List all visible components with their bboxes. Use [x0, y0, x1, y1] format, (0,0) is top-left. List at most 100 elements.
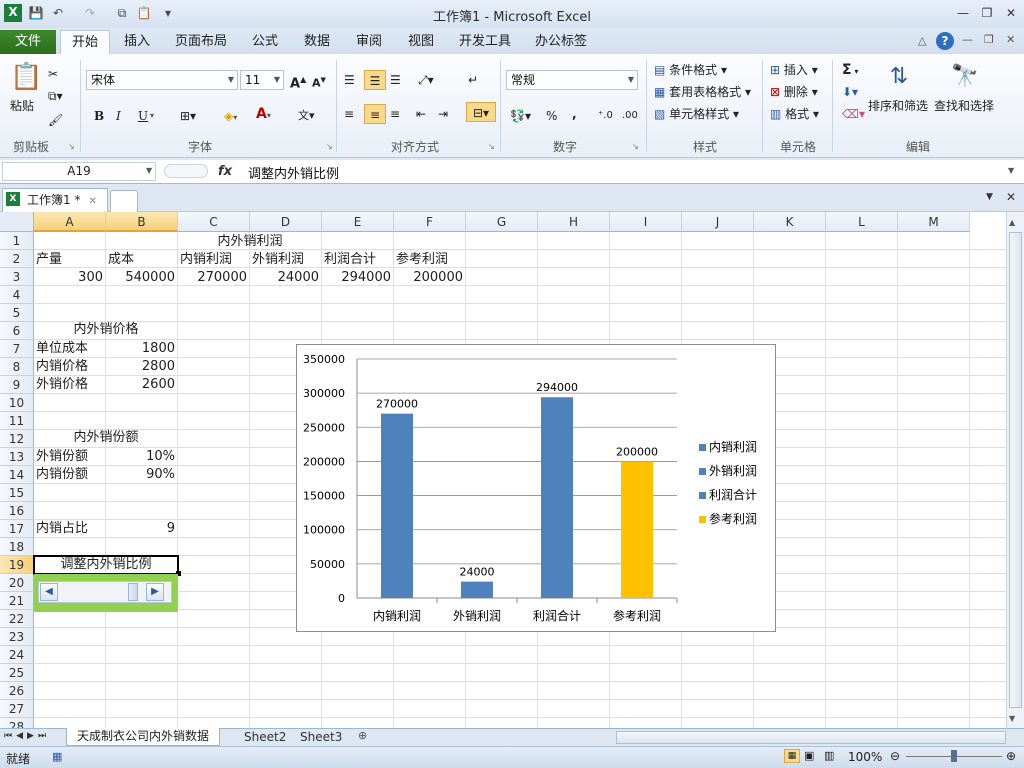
close-tab-icon[interactable]: ✕	[88, 196, 96, 207]
row-header-21[interactable]: 21	[0, 592, 34, 610]
clipboard-launcher-icon[interactable]: ↘	[68, 142, 75, 151]
sheet-tab-active[interactable]: 天成制衣公司内外销数据	[66, 728, 221, 746]
cell-A13[interactable]: 外销份额	[36, 448, 88, 466]
tab-developer[interactable]: 开发工具	[452, 30, 518, 54]
row-header-10[interactable]: 10	[0, 394, 34, 412]
row-header-12[interactable]: 12	[0, 430, 34, 448]
format-as-table-button[interactable]: ▦ 套用表格格式 ▾	[654, 82, 751, 102]
phonetic-icon[interactable]: 文▾	[298, 106, 315, 126]
restore-button[interactable]: ❐	[978, 4, 996, 22]
align-top-icon[interactable]: ☰	[344, 70, 355, 90]
cell-D2[interactable]: 外销利润	[252, 251, 304, 269]
column-header-L[interactable]: L	[826, 212, 898, 232]
workbook-minimize-icon[interactable]: —	[962, 33, 973, 46]
decrease-decimal-icon[interactable]: .00	[622, 106, 638, 126]
cell-C1[interactable]: 内外销利润	[178, 233, 322, 251]
autosum-button[interactable]: Σ ▾	[842, 60, 858, 80]
scroll-right-button[interactable]: ▶	[146, 583, 164, 601]
expand-formula-bar-icon[interactable]: ▼	[1008, 166, 1014, 175]
underline-button[interactable]: U	[138, 106, 148, 126]
shrink-font-icon[interactable]: A▼	[312, 70, 326, 90]
paste-button[interactable]: 粘贴	[10, 96, 34, 116]
align-left-icon[interactable]: ≡	[344, 104, 354, 124]
row-header-18[interactable]: 18	[0, 538, 34, 556]
cell-F2[interactable]: 参考利润	[396, 251, 448, 269]
row-header-8[interactable]: 8	[0, 358, 34, 376]
row-header-15[interactable]: 15	[0, 484, 34, 502]
italic-button[interactable]: I	[116, 106, 121, 126]
row-header-19[interactable]: 19	[0, 556, 34, 574]
tab-insert[interactable]: 插入	[116, 30, 158, 54]
cell-A2[interactable]: 产量	[36, 251, 62, 269]
zoom-out-icon[interactable]: ⊖	[890, 749, 900, 763]
row-header-14[interactable]: 14	[0, 466, 34, 484]
font-color-icon[interactable]: A▾	[256, 104, 271, 124]
cell-B2[interactable]: 成本	[108, 251, 134, 269]
row-header-27[interactable]: 27	[0, 700, 34, 718]
column-header-F[interactable]: F	[394, 212, 466, 232]
find-select-button[interactable]: 查找和选择	[934, 96, 994, 116]
row-header-11[interactable]: 11	[0, 412, 34, 430]
row-header-9[interactable]: 9	[0, 376, 34, 394]
accounting-format-icon[interactable]: 💱▾	[510, 106, 531, 126]
vertical-scroll-thumb[interactable]	[1009, 232, 1022, 708]
row-header-2[interactable]: 2	[0, 250, 34, 268]
format-painter-icon[interactable]: 🖌	[48, 110, 63, 130]
cell-E3[interactable]: 294000	[322, 269, 394, 287]
bold-button[interactable]: B	[94, 106, 104, 126]
cell-B17[interactable]: 9	[106, 520, 178, 538]
fill-icon[interactable]: ⬇▾	[842, 82, 858, 102]
underline-dropdown-icon[interactable]: ▾	[150, 106, 154, 126]
row-header-13[interactable]: 13	[0, 448, 34, 466]
tab-page-layout[interactable]: 页面布局	[168, 30, 234, 54]
column-header-J[interactable]: J	[682, 212, 754, 232]
workbook-close-icon[interactable]: ✕	[1006, 33, 1015, 46]
cell-B14[interactable]: 90%	[106, 466, 178, 484]
column-header-I[interactable]: I	[610, 212, 682, 232]
format-cells-button[interactable]: ▥ 格式 ▾	[770, 104, 819, 124]
insert-sheet-icon[interactable]: ⊕	[358, 729, 367, 742]
macro-record-icon[interactable]: ▦	[52, 750, 62, 763]
zoom-in-icon[interactable]: ⊕	[1006, 749, 1016, 763]
formula-divider-handle[interactable]	[164, 164, 208, 178]
minimize-ribbon-icon[interactable]: △	[918, 34, 926, 47]
borders-icon[interactable]: ⊞▾	[180, 106, 196, 126]
formula-content[interactable]: 调整内外销比例	[248, 163, 339, 182]
conditional-format-button[interactable]: ▤ 条件格式 ▾	[654, 60, 727, 80]
tab-formulas[interactable]: 公式	[244, 30, 286, 54]
sort-filter-button[interactable]: 排序和筛选	[868, 96, 928, 116]
merge-center-icon[interactable]: ⊟▾	[466, 102, 496, 122]
row-header-5[interactable]: 5	[0, 304, 34, 322]
cell-A14[interactable]: 内销份额	[36, 466, 88, 484]
align-bottom-icon[interactable]: ☰	[390, 70, 401, 90]
cell-C2[interactable]: 内销利润	[180, 251, 232, 269]
fill-color-icon[interactable]: ◈▾	[224, 106, 237, 126]
close-button[interactable]: ✕	[1002, 4, 1020, 22]
clear-icon[interactable]: ⌫▾	[842, 104, 865, 124]
zoom-slider-thumb[interactable]	[951, 750, 957, 762]
column-header-D[interactable]: D	[250, 212, 322, 232]
increase-indent-icon[interactable]: ⇥	[438, 104, 448, 124]
row-header-3[interactable]: 3	[0, 268, 34, 286]
tab-home[interactable]: 开始	[60, 30, 110, 54]
orientation-icon[interactable]: ⤢▾	[418, 70, 434, 90]
cut-icon[interactable]: ✂	[48, 64, 58, 84]
insert-cells-button[interactable]: ⊞ 插入 ▾	[770, 60, 818, 80]
number-format-select[interactable]: 常规 ▼	[506, 70, 638, 90]
row-header-24[interactable]: 24	[0, 646, 34, 664]
cell-B3[interactable]: 540000	[106, 269, 178, 287]
align-middle-icon[interactable]: ☰	[364, 70, 386, 90]
find-select-icon[interactable]: 🔭	[948, 60, 982, 94]
column-header-K[interactable]: K	[754, 212, 826, 232]
cell-C3[interactable]: 270000	[178, 269, 250, 287]
wrap-text-icon[interactable]: ↵	[468, 70, 478, 90]
row-header-4[interactable]: 4	[0, 286, 34, 304]
cell-B9[interactable]: 2600	[106, 376, 178, 394]
sheet-tab-3[interactable]: Sheet3	[294, 729, 348, 745]
scroll-thumb[interactable]	[128, 583, 138, 601]
column-header-G[interactable]: G	[466, 212, 538, 232]
tab-office-tab[interactable]: 办公标签	[528, 30, 594, 54]
profit-chart[interactable]: 0 50000 100000 150000 200000 250000 300000 3500…	[296, 344, 776, 632]
comma-button[interactable]: ,	[572, 104, 577, 124]
grow-font-icon[interactable]: A▲	[290, 70, 306, 91]
